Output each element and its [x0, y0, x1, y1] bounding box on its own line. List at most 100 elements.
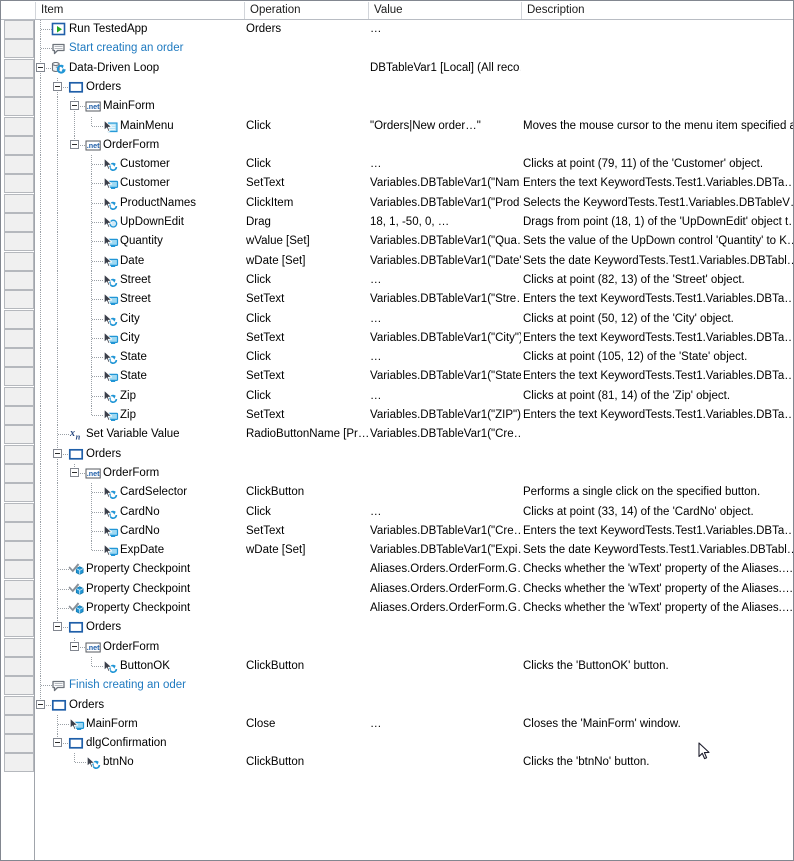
cell-description[interactable]: [523, 464, 793, 483]
cell-value[interactable]: Variables.DBTableVar1("Date"): [370, 252, 521, 271]
cell-operation[interactable]: SetText: [246, 522, 369, 541]
cell-value[interactable]: [370, 445, 521, 464]
cell-description[interactable]: Sets the date KeywordTests.Test1.Variabl…: [523, 541, 793, 560]
gutter-cell[interactable]: [4, 348, 34, 368]
cell-item[interactable]: State: [36, 367, 244, 387]
gutter-cell[interactable]: [4, 695, 34, 715]
cell-description[interactable]: Enters the text KeywordTests.Test1.Varia…: [523, 329, 793, 348]
collapse-toggle-icon[interactable]: [70, 641, 79, 651]
cell-description[interactable]: Clicks at point (79, 11) of the 'Custome…: [523, 155, 793, 174]
cell-value[interactable]: [370, 39, 521, 58]
cell-description[interactable]: [523, 425, 793, 444]
cell-description[interactable]: Clicks at point (81, 14) of the 'Zip' ob…: [523, 387, 793, 406]
cell-operation[interactable]: [246, 734, 369, 753]
gutter-cell[interactable]: [4, 58, 34, 78]
cell-item[interactable]: Customer: [36, 174, 244, 194]
table-row[interactable]: ExpDate wDate [Set] Variables.DBTableVar1(…: [36, 541, 793, 561]
cell-operation[interactable]: wDate [Set]: [246, 252, 369, 271]
cell-operation[interactable]: Click: [246, 503, 369, 522]
cell-description[interactable]: Clicks the 'btnNo' button.: [523, 753, 793, 772]
gutter-cell[interactable]: [4, 618, 34, 638]
table-row[interactable]: UpDownEdit Drag 18, 1, -50, 0, … Drags from…: [36, 213, 793, 232]
cell-description[interactable]: [523, 78, 793, 97]
gutter-cell[interactable]: [4, 753, 34, 773]
cell-item[interactable]: Start creating an order: [36, 39, 244, 59]
cell-item[interactable]: CardNo: [36, 521, 244, 541]
gutter-cell[interactable]: [4, 579, 34, 599]
table-row[interactable]: Street SetText Variables.DBTableVar1("Stre…: [36, 290, 793, 310]
cell-item[interactable]: UpDownEdit: [36, 213, 244, 232]
cell-operation[interactable]: SetText: [246, 174, 369, 193]
cell-description[interactable]: Sets the date KeywordTests.Test1.Variabl…: [523, 252, 793, 271]
cell-item[interactable]: dlgConfirmation: [36, 734, 244, 753]
table-row[interactable]: Start creating an order: [36, 39, 793, 59]
table-row[interactable]: State SetText Variables.DBTableVar1("State…: [36, 367, 793, 387]
cell-operation[interactable]: [246, 676, 369, 695]
cell-item[interactable]: ExpDate: [36, 541, 244, 561]
gutter-cell[interactable]: [4, 502, 34, 522]
table-row[interactable]: Customer Click… Clicks at point (79, 11) o…: [36, 155, 793, 175]
table-row[interactable]: Zip SetText Variables.DBTableVar1("ZIP") En…: [36, 406, 793, 425]
column-header-operation[interactable]: Operation: [245, 1, 369, 19]
cell-value[interactable]: 18, 1, -50, 0, …: [370, 213, 521, 232]
cell-item[interactable]: Street: [36, 270, 244, 290]
cell-operation[interactable]: [246, 696, 369, 715]
cell-operation[interactable]: ClickButton: [246, 753, 369, 772]
cell-operation[interactable]: [246, 445, 369, 464]
cell-item[interactable]: Zip: [36, 386, 244, 406]
cell-operation[interactable]: SetText: [246, 367, 369, 386]
cell-item[interactable]: ButtonOK: [36, 656, 244, 676]
gutter-cell[interactable]: [4, 328, 34, 348]
cell-operation[interactable]: RadioButtonName [Pr…: [246, 425, 369, 444]
cell-operation[interactable]: ClickItem: [246, 194, 369, 213]
gutter-cell[interactable]: [4, 309, 34, 329]
cell-value[interactable]: …: [370, 310, 521, 329]
cell-value[interactable]: …: [370, 387, 521, 406]
column-header-description[interactable]: Description: [522, 1, 792, 19]
cell-value[interactable]: Variables.DBTableVar1("City"): [370, 329, 521, 348]
cell-item[interactable]: ProductNames: [36, 193, 244, 213]
cell-item[interactable]: x n Set Variable Value: [36, 425, 244, 445]
cell-value[interactable]: [370, 618, 521, 637]
cell-value[interactable]: [370, 696, 521, 715]
cell-value[interactable]: Variables.DBTableVar1("State"): [370, 367, 521, 386]
cell-item[interactable]: .net OrderForm: [36, 135, 244, 155]
cell-operation[interactable]: [246, 580, 369, 599]
cell-description[interactable]: [523, 39, 793, 58]
cell-value[interactable]: [370, 753, 521, 772]
cell-item[interactable]: btnNo: [36, 753, 244, 772]
table-row[interactable]: Orders: [36, 77, 793, 97]
cell-value[interactable]: [370, 464, 521, 483]
table-row[interactable]: MainMenu Click "Orders|New order…" Moves th…: [36, 116, 793, 136]
collapse-toggle-icon[interactable]: [53, 622, 62, 632]
table-row[interactable]: dlgConfirmation: [36, 734, 793, 753]
cell-item[interactable]: City: [36, 309, 244, 329]
gutter-cell[interactable]: [4, 135, 34, 155]
cell-value[interactable]: …: [370, 155, 521, 174]
collapse-toggle-icon[interactable]: [70, 101, 79, 111]
cell-value[interactable]: [370, 676, 521, 695]
table-row[interactable]: Data-Driven Loop DBTableVar1 [Local] (All…: [36, 58, 793, 78]
cell-value[interactable]: Variables.DBTableVar1("Cre…: [370, 425, 521, 444]
gutter-cell[interactable]: [4, 77, 34, 97]
table-row[interactable]: City Click… Clicks at point (50, 12) of th…: [36, 309, 793, 329]
cell-item[interactable]: .net OrderForm: [36, 463, 244, 483]
table-row[interactable]: x n Set Variable Value RadioButtonName [Pr……: [36, 425, 793, 445]
gutter-cell[interactable]: [4, 560, 34, 580]
table-row[interactable]: Customer SetText Variables.DBTableVar1("Na…: [36, 174, 793, 194]
table-row[interactable]: Street Click… Clicks at point (82, 13) of …: [36, 270, 793, 290]
cell-operation[interactable]: Close: [246, 715, 369, 734]
cell-description[interactable]: Clicks at point (50, 12) of the 'City' o…: [523, 310, 793, 329]
table-row[interactable]: Finish creating an oder: [36, 676, 793, 696]
table-row[interactable]: ProductNames ClickItem Variables.DBTableVa…: [36, 193, 793, 213]
cell-description[interactable]: [523, 638, 793, 657]
cell-value[interactable]: "Orders|New order…": [370, 117, 521, 136]
cell-operation[interactable]: [246, 97, 369, 116]
gutter-cell[interactable]: [4, 656, 34, 676]
column-header-value[interactable]: Value: [369, 1, 521, 19]
table-row[interactable]: CardSelector ClickButton Performs a single…: [36, 483, 793, 503]
cell-description[interactable]: [523, 136, 793, 155]
cell-description[interactable]: Checks whether the 'wText' property of t…: [523, 580, 793, 599]
cell-item[interactable]: Orders: [36, 695, 244, 715]
cell-operation[interactable]: Click: [246, 271, 369, 290]
